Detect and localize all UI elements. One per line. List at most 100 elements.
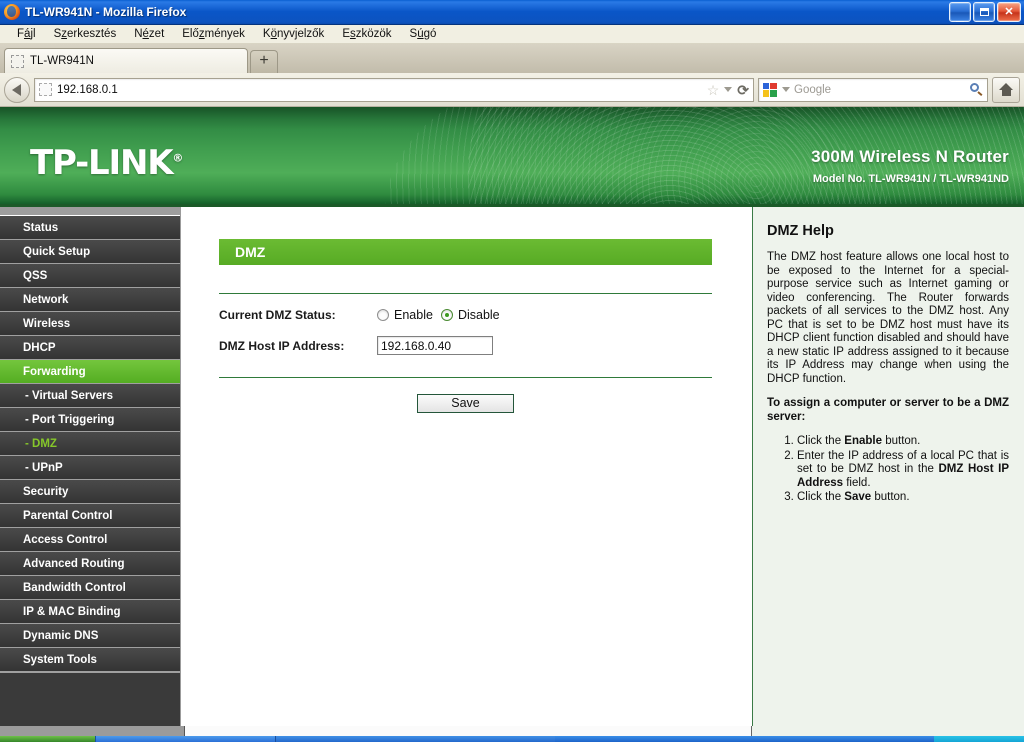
sidebar-item-status[interactable]: Status xyxy=(0,216,180,240)
search-input[interactable]: Google xyxy=(794,84,966,96)
home-icon xyxy=(998,83,1014,96)
sidebar-item-dhcp[interactable]: DHCP xyxy=(0,336,180,360)
sidebar-item-port-triggering[interactable]: - Port Triggering xyxy=(0,408,180,432)
favicon-placeholder-icon xyxy=(11,54,24,68)
sidebar-item-wireless[interactable]: Wireless xyxy=(0,312,180,336)
help-step: Enter the IP address of a local PC that … xyxy=(797,450,1009,491)
label-current-dmz-status: Current DMZ Status: xyxy=(219,308,336,322)
reload-icon[interactable]: ⟳ xyxy=(737,83,749,97)
product-name: 300M Wireless N Router xyxy=(811,147,1009,166)
divider-top xyxy=(219,293,712,294)
section-title-dmz: DMZ xyxy=(219,239,712,265)
arrow-left-icon xyxy=(12,83,21,96)
menu-item-tools[interactable]: Eszközök xyxy=(333,25,400,44)
row-dmz-host-ip: DMZ Host IP Address: xyxy=(219,336,712,355)
label-dmz-host-ip: DMZ Host IP Address: xyxy=(219,338,345,353)
help-panel: DMZ Help The DMZ host feature allows one… xyxy=(752,207,1024,740)
radio-enable[interactable]: Enable xyxy=(377,308,433,322)
radio-disable-dot-icon xyxy=(440,309,453,321)
firefox-icon xyxy=(4,4,20,20)
dmz-form-panel: DMZ Current DMZ Status: Enable Disable D… xyxy=(219,239,712,413)
google-logo-icon[interactable] xyxy=(763,82,778,97)
divider-bottom xyxy=(219,377,712,378)
search-bar[interactable]: Google xyxy=(758,77,988,102)
tplink-header-banner: TP-LINK® 300M Wireless N Router Model No… xyxy=(0,107,1024,207)
menu-item-view[interactable]: Nézet xyxy=(125,25,173,44)
sidebar-item-dmz[interactable]: - DMZ xyxy=(0,432,180,456)
tplink-logo: TP-LINK® xyxy=(30,143,184,183)
tab-strip: TL-WR941N + xyxy=(0,44,1024,73)
taskbar-gap xyxy=(555,736,934,742)
dmz-status-radio-group: Enable Disable xyxy=(377,308,500,322)
tab-label: TL-WR941N xyxy=(30,55,94,67)
radio-disable-label: Disable xyxy=(457,308,500,322)
menu-item-edit[interactable]: Szerkesztés xyxy=(45,25,126,44)
taskbar-item[interactable] xyxy=(275,736,555,742)
window-controls: _ ✕ xyxy=(949,2,1021,22)
help-subhead: To assign a computer or server to be a D… xyxy=(767,397,1009,423)
browser-tab-active[interactable]: TL-WR941N xyxy=(4,48,248,73)
dmz-host-ip-input[interactable] xyxy=(377,336,493,355)
main-content: DMZ Current DMZ Status: Enable Disable D… xyxy=(181,207,752,740)
sidebar-item-parental-control[interactable]: Parental Control xyxy=(0,504,180,528)
search-icon[interactable] xyxy=(970,83,983,96)
sidebar-item-upnp[interactable]: - UPnP xyxy=(0,456,180,480)
page-columns: Status Quick Setup QSS Network Wireless … xyxy=(0,207,1024,740)
new-tab-button[interactable]: + xyxy=(250,50,278,73)
help-title: DMZ Help xyxy=(767,223,834,239)
start-button[interactable] xyxy=(0,736,95,742)
sidebar-item-advanced-routing[interactable]: Advanced Routing xyxy=(0,552,180,576)
help-step: Click the Save button. xyxy=(797,491,1009,505)
maximize-button[interactable] xyxy=(973,2,995,22)
maximize-icon xyxy=(979,8,989,16)
sidebar-item-bandwidth-control[interactable]: Bandwidth Control xyxy=(0,576,180,600)
system-tray[interactable] xyxy=(934,736,1024,742)
radio-enable-label: Enable xyxy=(394,308,433,322)
sidebar-item-qss[interactable]: QSS xyxy=(0,264,180,288)
model-number: Model No. TL-WR941N / TL-WR941ND xyxy=(812,173,1009,185)
menubar: Fájl Szerkesztés Nézet Előzmények Könyvj… xyxy=(0,25,1024,44)
sidebar-top-spacer xyxy=(0,207,180,216)
url-input[interactable]: 192.168.0.1 xyxy=(57,84,702,96)
back-button[interactable] xyxy=(4,76,30,103)
radio-enable-dot-icon xyxy=(377,309,389,321)
plus-icon: + xyxy=(259,52,269,69)
search-engine-chevron-icon[interactable] xyxy=(782,87,790,92)
menu-item-file[interactable]: Fájl xyxy=(8,25,45,44)
window-title: TL-WR941N - Mozilla Firefox xyxy=(25,5,187,19)
menu-item-history[interactable]: Előzmények xyxy=(173,25,254,44)
minimize-icon: _ xyxy=(956,7,964,23)
sidebar-item-forwarding[interactable]: Forwarding xyxy=(0,360,180,384)
menu-item-help[interactable]: Súgó xyxy=(401,25,446,44)
sidebar-item-virtual-servers[interactable]: - Virtual Servers xyxy=(0,384,180,408)
save-button-row: Save xyxy=(219,394,712,413)
sidebar-item-access-control[interactable]: Access Control xyxy=(0,528,180,552)
bookmark-star-icon[interactable]: ☆ xyxy=(707,83,720,97)
router-web-page: TP-LINK® 300M Wireless N Router Model No… xyxy=(0,107,1024,740)
window-titlebar: TL-WR941N - Mozilla Firefox _ ✕ xyxy=(0,0,1024,25)
site-identity-icon xyxy=(39,83,52,96)
sidebar-item-quick-setup[interactable]: Quick Setup xyxy=(0,240,180,264)
router-model-info: 300M Wireless N Router Model No. TL-WR94… xyxy=(811,147,1009,185)
navigation-toolbar: 192.168.0.1 ☆ ⟳ Google xyxy=(0,73,1024,107)
sidebar-item-system-tools[interactable]: System Tools xyxy=(0,648,180,672)
taskbar-item[interactable] xyxy=(95,736,275,742)
close-button[interactable]: ✕ xyxy=(997,2,1021,22)
help-step: Click the Enable button. xyxy=(797,435,1009,449)
help-steps-list: Click the Enable button. Enter the IP ad… xyxy=(767,435,1009,505)
sidebar-item-ip-mac-binding[interactable]: IP & MAC Binding xyxy=(0,600,180,624)
windows-taskbar[interactable] xyxy=(0,736,1024,742)
sidebar-nav: Status Quick Setup QSS Network Wireless … xyxy=(0,207,181,740)
sidebar-item-security[interactable]: Security xyxy=(0,480,180,504)
row-dmz-status: Current DMZ Status: Enable Disable xyxy=(219,308,712,322)
sidebar-item-network[interactable]: Network xyxy=(0,288,180,312)
radio-disable[interactable]: Disable xyxy=(440,308,500,322)
home-button[interactable] xyxy=(992,76,1020,103)
menu-item-bookmarks[interactable]: Könyvjelzők xyxy=(254,25,333,44)
save-button[interactable]: Save xyxy=(417,394,514,413)
sidebar-item-dynamic-dns[interactable]: Dynamic DNS xyxy=(0,624,180,648)
close-icon: ✕ xyxy=(1004,5,1014,18)
chevron-down-icon[interactable] xyxy=(724,87,733,92)
url-bar[interactable]: 192.168.0.1 ☆ ⟳ xyxy=(34,77,754,102)
minimize-button[interactable]: _ xyxy=(949,2,971,22)
